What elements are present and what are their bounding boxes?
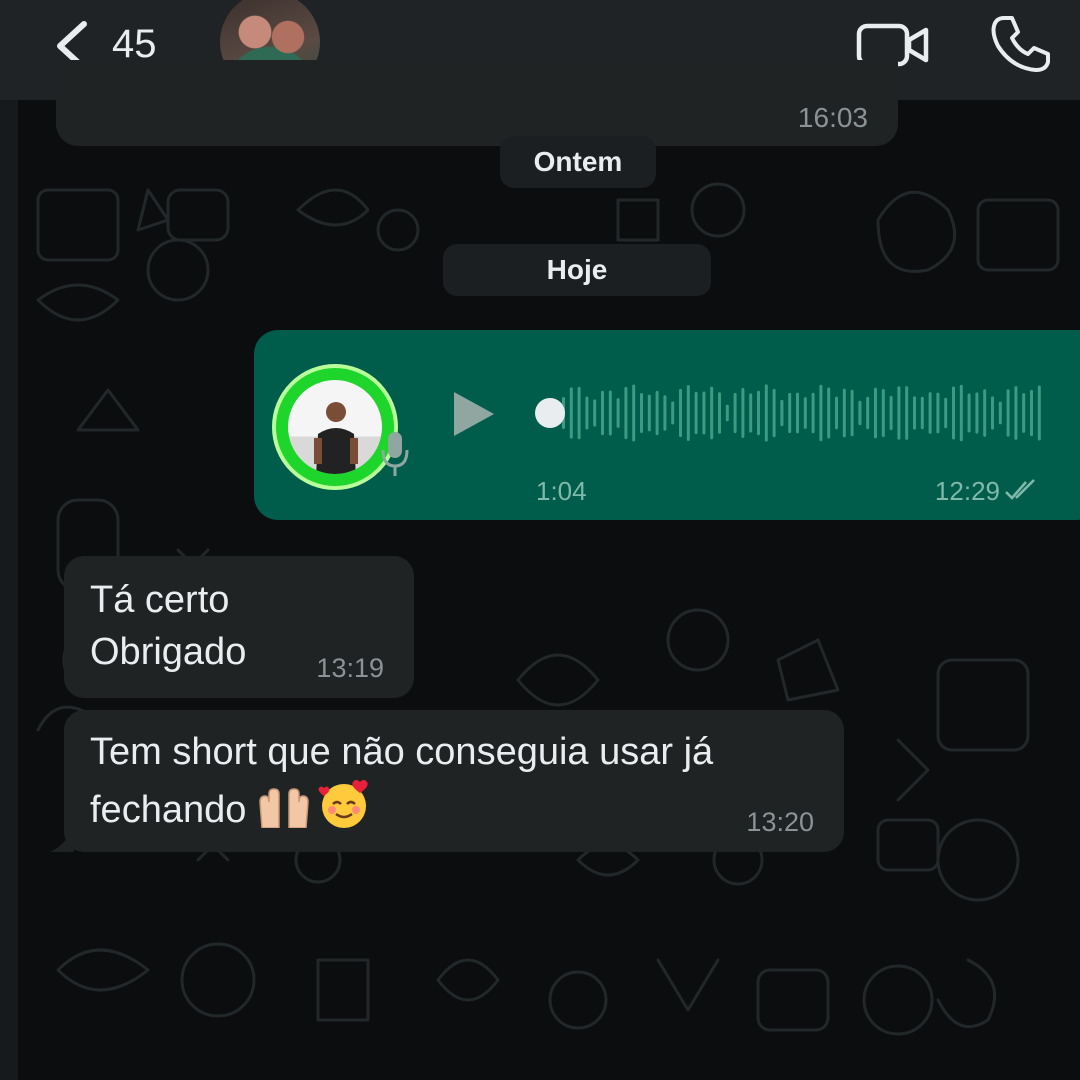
waveform-bar <box>998 401 1002 425</box>
waveform-bar <box>601 390 604 436</box>
waveform-bar <box>1030 389 1033 437</box>
waveform-bar <box>671 401 675 425</box>
waveform-bar <box>959 384 963 442</box>
playback-scrubber[interactable] <box>535 398 565 428</box>
message-time: 16:03 <box>797 102 868 133</box>
waveform-bar <box>889 395 893 431</box>
waveform-bar <box>655 390 659 436</box>
play-icon[interactable] <box>452 392 496 436</box>
waveform-bar <box>694 391 698 435</box>
voice-waveform[interactable] <box>534 380 1054 446</box>
waveform-bar <box>741 388 745 438</box>
waveform-bar <box>819 384 823 442</box>
waveform-bar <box>1022 393 1026 433</box>
waveform-bar <box>1006 389 1010 437</box>
waveform-bar <box>952 386 955 440</box>
waveform-bar <box>920 396 924 430</box>
microphone-icon <box>381 432 409 476</box>
person-photo <box>314 402 358 474</box>
message-time: 13:20 <box>746 807 814 837</box>
waveform-bar <box>632 384 636 442</box>
waveform-bar <box>710 386 714 440</box>
waveform-bar <box>647 394 651 432</box>
double-check-icon <box>1005 479 1035 500</box>
waveform-bar <box>780 399 784 427</box>
waveform-bar <box>874 387 877 439</box>
message-time: 12:29 <box>934 476 1000 506</box>
voice-duration: 1:04 <box>536 476 587 506</box>
waveform-bar <box>757 390 760 436</box>
waveform-bar <box>858 400 862 426</box>
waveform-bar <box>718 392 721 434</box>
waveform-bar <box>679 388 682 438</box>
message-text-content: Tem short que não conseguia usar já fech… <box>90 731 714 831</box>
waveform-bar <box>1037 385 1041 441</box>
raising-hands-emoji <box>259 788 310 828</box>
waveform-bar <box>686 385 690 441</box>
waveform-bar <box>827 387 831 439</box>
message-text: Tá certo Obrigado <box>90 579 247 673</box>
waveform-bar <box>725 404 729 422</box>
waveform-bar <box>905 386 909 440</box>
waveform-bar <box>944 397 948 429</box>
incoming-message[interactable]: Tá certo Obrigado 13:19 <box>64 556 414 698</box>
waveform-bar <box>702 391 706 435</box>
date-divider-yesterday: Ontem <box>500 136 656 188</box>
waveform-bar <box>749 393 753 433</box>
waveform-bar <box>608 390 612 436</box>
waveform-bar <box>624 386 628 440</box>
waveform-bar <box>593 399 597 427</box>
bubble-tail <box>50 828 74 852</box>
waveform-bar <box>881 388 885 438</box>
message-text: Tem short que não conseguia usar já fech… <box>90 726 713 836</box>
waveform-bar <box>811 392 815 434</box>
waveform-bar <box>983 389 987 437</box>
voice-message-bubble[interactable]: 1:04 12:29 <box>254 330 1080 520</box>
waveform-bar <box>569 387 573 439</box>
message-time: 13:19 <box>316 653 384 683</box>
waveform-bar <box>913 396 916 430</box>
waveform-bar <box>975 392 979 434</box>
waveform-bar <box>991 396 994 430</box>
waveform-bar <box>1014 386 1018 440</box>
waveform-bar <box>788 392 792 434</box>
smiling-face-with-hearts-emoji <box>318 780 369 828</box>
waveform-bar <box>796 392 799 434</box>
waveform-bar <box>835 396 838 430</box>
waveform-bar <box>663 395 667 431</box>
waveform-bar <box>733 392 737 434</box>
waveform-bar <box>897 386 901 440</box>
waveform-bar <box>928 392 932 434</box>
waveform-bar <box>936 392 940 434</box>
incoming-message[interactable]: Tem short que não conseguia usar já fech… <box>50 710 844 852</box>
waveform-bar <box>577 386 581 440</box>
waveform-bar <box>842 388 846 438</box>
waveform-bar <box>850 389 854 437</box>
waveform-bar <box>866 396 870 430</box>
waveform-bar <box>585 396 589 430</box>
left-edge <box>0 100 18 1080</box>
phone-icon[interactable] <box>990 12 1052 74</box>
waveform-bar <box>772 388 776 438</box>
previous-message-bubble[interactable]: 16:03 <box>56 60 898 146</box>
waveform-bar <box>764 384 768 442</box>
waveform-bar <box>967 393 971 433</box>
date-divider-today: Hoje <box>443 244 711 296</box>
waveform-bar <box>803 397 807 429</box>
waveform-bar <box>640 393 643 433</box>
waveform-bar <box>616 398 620 428</box>
